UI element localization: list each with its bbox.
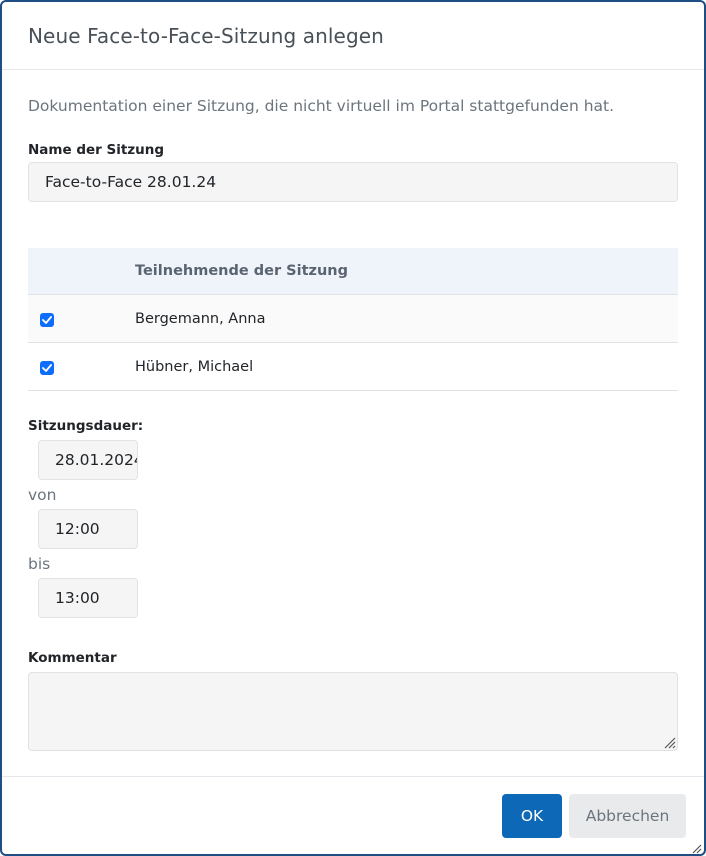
ok-button[interactable]: OK: [502, 794, 562, 838]
to-label: bis: [28, 555, 51, 573]
cancel-button[interactable]: Abbrechen: [569, 794, 686, 838]
dialog-title: Neue Face-to-Face-Sitzung anlegen: [28, 24, 384, 48]
participant-checkbox[interactable]: [40, 313, 54, 327]
participants-table: Teilnehmende der Sitzung Bergemann, Anna…: [28, 248, 678, 391]
duration-label: Sitzungsdauer:: [28, 418, 144, 434]
dialog-footer: OK Abbrechen: [2, 776, 704, 854]
participants-column-header: Teilnehmende der Sitzung: [135, 263, 348, 279]
participant-name: Hübner, Michael: [135, 359, 254, 375]
dialog: Neue Face-to-Face-Sitzung anlegen Dokume…: [0, 0, 706, 856]
session-name-label: Name der Sitzung: [28, 142, 165, 158]
participants-table-header: Teilnehmende der Sitzung: [28, 248, 678, 295]
dialog-header: Neue Face-to-Face-Sitzung anlegen: [2, 2, 704, 70]
dialog-resize-icon[interactable]: [690, 842, 702, 854]
start-time-input[interactable]: [38, 509, 138, 549]
checkmark-icon: [42, 364, 52, 372]
resize-grip-icon[interactable]: [662, 735, 676, 749]
comment-label: Kommentar: [28, 650, 117, 666]
date-input[interactable]: [38, 440, 138, 480]
dialog-intro-text: Dokumentation einer Sitzung, die nicht v…: [28, 97, 615, 115]
table-row: Hübner, Michael: [28, 343, 678, 391]
participant-checkbox[interactable]: [40, 361, 54, 375]
checkmark-icon: [42, 316, 52, 324]
comment-textarea[interactable]: [28, 672, 678, 751]
participant-name: Bergemann, Anna: [135, 311, 266, 327]
table-row: Bergemann, Anna: [28, 295, 678, 343]
from-label: von: [28, 486, 57, 504]
end-time-input[interactable]: [38, 578, 138, 618]
session-name-input[interactable]: [28, 162, 678, 202]
